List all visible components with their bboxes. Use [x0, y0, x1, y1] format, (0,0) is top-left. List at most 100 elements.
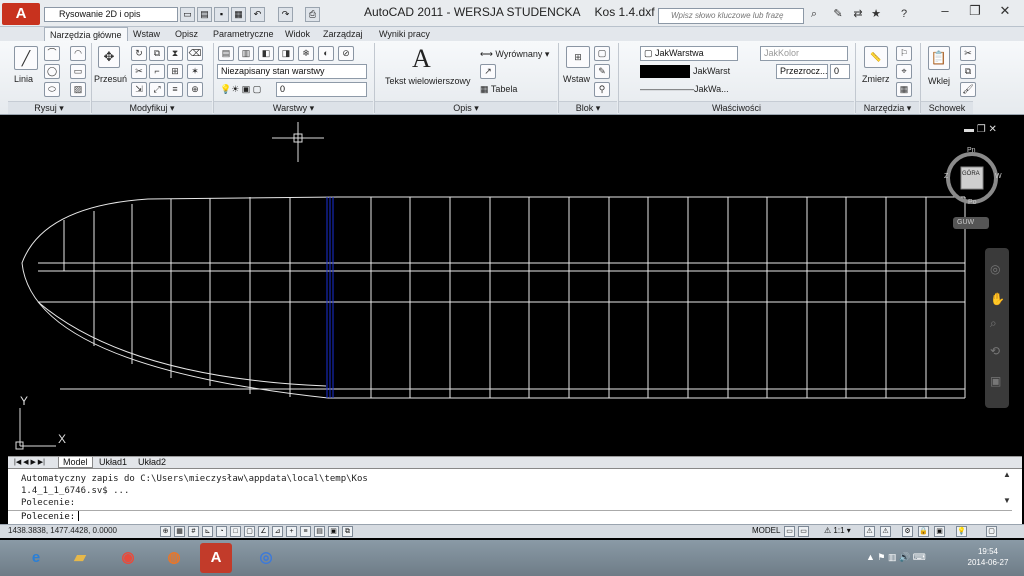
- annotation-scale[interactable]: ⚠ 1:1 ▾: [824, 526, 851, 535]
- create-block-icon[interactable]: ▢: [594, 46, 610, 61]
- tab-model[interactable]: Model: [58, 457, 93, 468]
- file-explorer-icon[interactable]: ▰: [64, 543, 96, 573]
- zoom-icon[interactable]: ⌕: [990, 316, 997, 331]
- application-menu-button[interactable]: A: [2, 3, 40, 25]
- pan-hand-icon[interactable]: ✋: [990, 292, 1005, 306]
- search-input[interactable]: Wpisz słowo kluczowe lub frazę: [658, 8, 804, 24]
- panel-block-label[interactable]: Blok ▾: [559, 101, 617, 114]
- cut-icon[interactable]: ✂: [960, 46, 976, 61]
- tab-annotate[interactable]: Opisz: [170, 27, 203, 41]
- selection-cycling-icon[interactable]: ⧉: [342, 526, 353, 537]
- autocad-taskbar-icon[interactable]: A: [200, 543, 232, 573]
- viewcube-south[interactable]: Po: [968, 199, 977, 206]
- layer-state-dropdown[interactable]: Niezapisany stan warstwy: [217, 64, 367, 79]
- rotate-icon[interactable]: ↻: [131, 46, 147, 61]
- panel-draw-label[interactable]: Rysuj ▾: [8, 101, 90, 114]
- lineweight-icon[interactable]: ≡: [300, 526, 311, 537]
- trim-icon[interactable]: ✂: [131, 64, 147, 79]
- line-tool-icon[interactable]: ╱: [14, 46, 38, 70]
- layer-isolate-icon[interactable]: ◨: [278, 46, 294, 61]
- firefox-icon[interactable]: ◍: [158, 543, 190, 573]
- panel-modify-label[interactable]: Modyfikuj ▾: [92, 101, 212, 114]
- join-icon[interactable]: ⊕: [187, 82, 203, 97]
- orbit-icon[interactable]: ⟲: [990, 344, 1000, 358]
- linetype-dropdown[interactable]: JakWarst: [693, 66, 730, 76]
- annotation-visibility-icon[interactable]: ⚠: [864, 526, 875, 537]
- favorites-star-icon[interactable]: ★: [868, 7, 884, 22]
- system-tray-icons[interactable]: ▲ ⚑ ▥ 🔊 ⌨: [866, 552, 926, 563]
- command-input[interactable]: Polecenie:: [8, 510, 1012, 523]
- tab-home[interactable]: Narzędzia główne: [44, 27, 128, 41]
- erase-icon[interactable]: ⌫: [187, 46, 203, 61]
- transparency-dropdown[interactable]: Przezrocz...: [776, 64, 828, 79]
- outlook-icon[interactable]: ◎: [250, 543, 282, 573]
- panel-layers-label[interactable]: Warstwy ▾: [214, 101, 373, 114]
- new-file-icon[interactable]: ▭: [180, 7, 195, 22]
- explode-icon[interactable]: ✶: [187, 64, 203, 79]
- copy-icon[interactable]: ⧉: [149, 46, 165, 61]
- internet-explorer-icon[interactable]: e: [20, 543, 52, 573]
- rectangle-icon[interactable]: ▭: [70, 64, 86, 79]
- move-icon[interactable]: ✥: [98, 46, 120, 68]
- current-layer-dropdown[interactable]: 0: [276, 82, 367, 97]
- close-button[interactable]: ✕: [990, 2, 1020, 20]
- workspace-dropdown[interactable]: Rysowanie 2D i opis: [44, 7, 178, 22]
- workspace-switching-icon[interactable]: ⚙: [902, 526, 913, 537]
- viewport-controls[interactable]: ▬ ❐ ✕: [964, 124, 997, 135]
- panel-properties-label[interactable]: Właściwości: [619, 101, 854, 114]
- id-point-icon[interactable]: ⌖: [896, 64, 912, 79]
- quick-view-drawings-icon[interactable]: ▭: [798, 526, 809, 537]
- osnap-icon[interactable]: □: [230, 526, 241, 537]
- arc-icon[interactable]: ◠: [70, 46, 86, 61]
- offset-icon[interactable]: ≡: [167, 82, 183, 97]
- fillet-icon[interactable]: ⌐: [149, 64, 165, 79]
- exchange-icon[interactable]: ⇄: [850, 7, 866, 22]
- layer-state-icon[interactable]: ▥: [238, 46, 254, 61]
- tab-parametric[interactable]: Parametryczne: [208, 27, 279, 41]
- ellipse-icon[interactable]: ⬭: [44, 82, 60, 97]
- color-dropdown[interactable]: ▢ JakWarstwa: [640, 46, 738, 61]
- transparency-value[interactable]: 0: [830, 64, 850, 79]
- color2-dropdown[interactable]: JakKolor: [760, 46, 848, 61]
- viewcube-top-label[interactable]: GÓRA: [962, 171, 980, 177]
- quick-select-icon[interactable]: ⚐: [896, 46, 912, 61]
- restore-button[interactable]: ❐: [960, 2, 990, 20]
- ortho-icon[interactable]: ⊾: [202, 526, 213, 537]
- coordinate-readout[interactable]: 1438.3838, 1477.4428, 0.0000: [8, 525, 117, 537]
- layer-off-icon[interactable]: ◐: [318, 46, 334, 61]
- tab-output[interactable]: Wyniki pracy: [374, 27, 435, 41]
- dimension-linear-button[interactable]: ⟷ Wyrównany ▾: [480, 49, 549, 60]
- layer-properties-icon[interactable]: ▤: [218, 46, 234, 61]
- command-scroll-down-icon[interactable]: ▼: [1003, 496, 1011, 505]
- quick-properties-icon[interactable]: ▣: [328, 526, 339, 537]
- tab-layout1[interactable]: Układ1: [95, 457, 131, 468]
- transparency-icon[interactable]: ▤: [314, 526, 325, 537]
- viewcube-west[interactable]: Z: [944, 173, 948, 180]
- redo-icon[interactable]: ↷: [278, 7, 293, 22]
- array-icon[interactable]: ⊞: [167, 64, 183, 79]
- calculator-icon[interactable]: ▦: [896, 82, 912, 97]
- tools-icon[interactable]: ✎: [830, 7, 846, 22]
- hatch-icon[interactable]: ▨: [70, 82, 86, 97]
- polar-icon[interactable]: ◔: [216, 526, 227, 537]
- layout-nav-arrows[interactable]: |◀ ◀ ▶ ▶|: [10, 457, 49, 468]
- quick-view-layouts-icon[interactable]: ▭: [784, 526, 795, 537]
- viewcube-east[interactable]: W: [995, 173, 1002, 180]
- leader-icon[interactable]: ↗: [480, 64, 496, 79]
- layer-freeze-icon[interactable]: ❄: [298, 46, 314, 61]
- multiline-text-icon[interactable]: A: [412, 44, 431, 74]
- panel-utilities-label[interactable]: Narzędzia ▾: [856, 101, 919, 114]
- copy-clip-icon[interactable]: ⧉: [960, 64, 976, 79]
- edit-block-icon[interactable]: ✎: [594, 64, 610, 79]
- lineweight-dropdown[interactable]: ——————JakWa...: [640, 84, 729, 94]
- layer-previous-icon[interactable]: ◧: [258, 46, 274, 61]
- measure-icon[interactable]: 📏: [864, 46, 888, 68]
- viewcube-north[interactable]: Pn: [967, 147, 976, 154]
- command-scroll-up-icon[interactable]: ▲: [1003, 470, 1011, 479]
- attribute-icon[interactable]: ⚲: [594, 82, 610, 97]
- circle-icon[interactable]: ◯: [44, 64, 60, 79]
- lock-ui-icon[interactable]: 🔒: [918, 526, 929, 537]
- ducs-icon[interactable]: ⊿: [272, 526, 283, 537]
- clean-screen-icon[interactable]: ▢: [986, 526, 997, 537]
- snap-mode-icon[interactable]: ▦: [174, 526, 185, 537]
